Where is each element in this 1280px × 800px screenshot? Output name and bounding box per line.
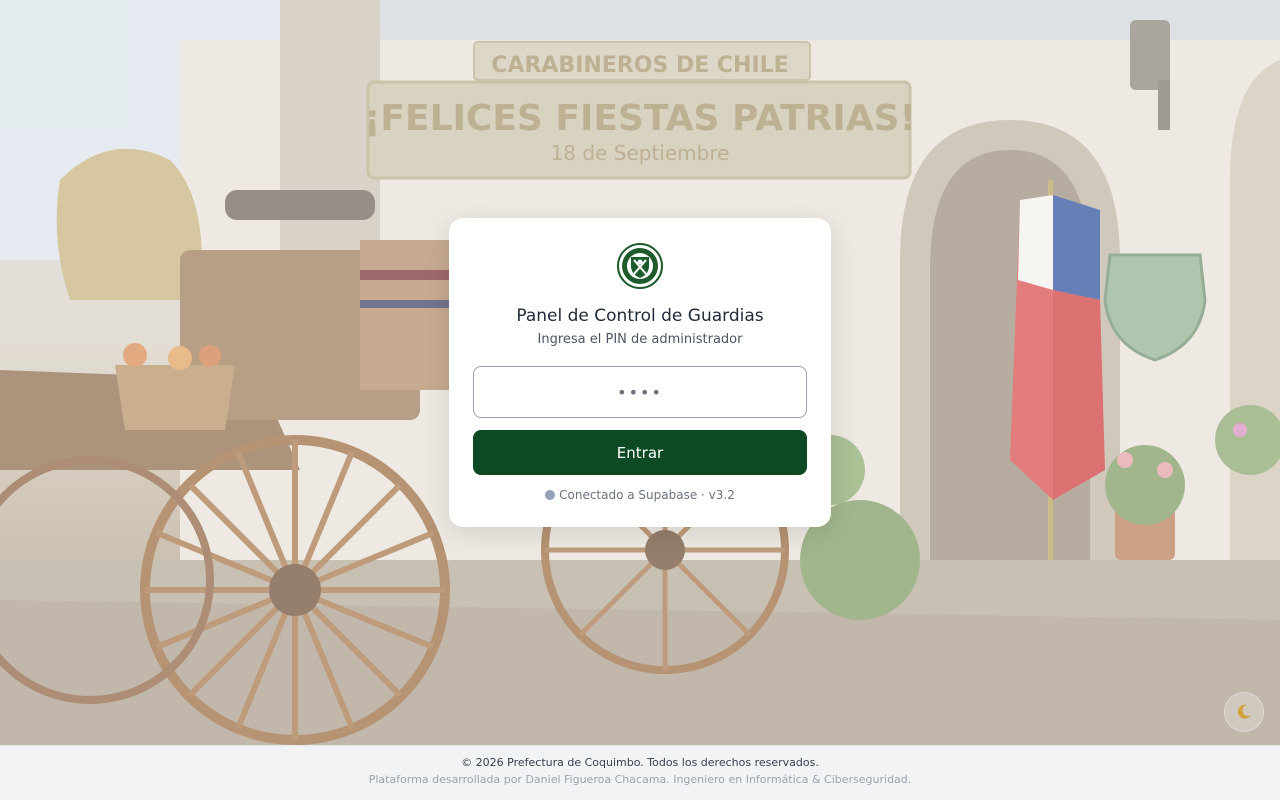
status-dot-icon — [545, 490, 556, 500]
footer-credits: Plataforma desarrollada por Daniel Figue… — [368, 773, 912, 786]
carabineros-emblem-icon — [617, 243, 663, 289]
page-title: Panel de Control de Guardias — [516, 306, 764, 326]
footer-copyright: © 2026 Prefectura de Coquimbo. Todos los… — [461, 756, 819, 769]
connection-status: Conectado a Supabase · v3.2 — [449, 488, 831, 502]
moon-icon — [1237, 704, 1251, 719]
theme-toggle-button[interactable] — [1224, 692, 1264, 732]
submit-button[interactable]: Entrar — [473, 430, 807, 475]
login-card: Panel de Control de Guardias Ingresa el … — [449, 218, 831, 527]
status-text: Conectado a Supabase · v3.2 — [559, 488, 735, 502]
pin-input[interactable] — [473, 366, 807, 418]
footer: © 2026 Prefectura de Coquimbo. Todos los… — [0, 745, 1280, 800]
page-subtitle: Ingresa el PIN de administrador — [537, 332, 743, 347]
